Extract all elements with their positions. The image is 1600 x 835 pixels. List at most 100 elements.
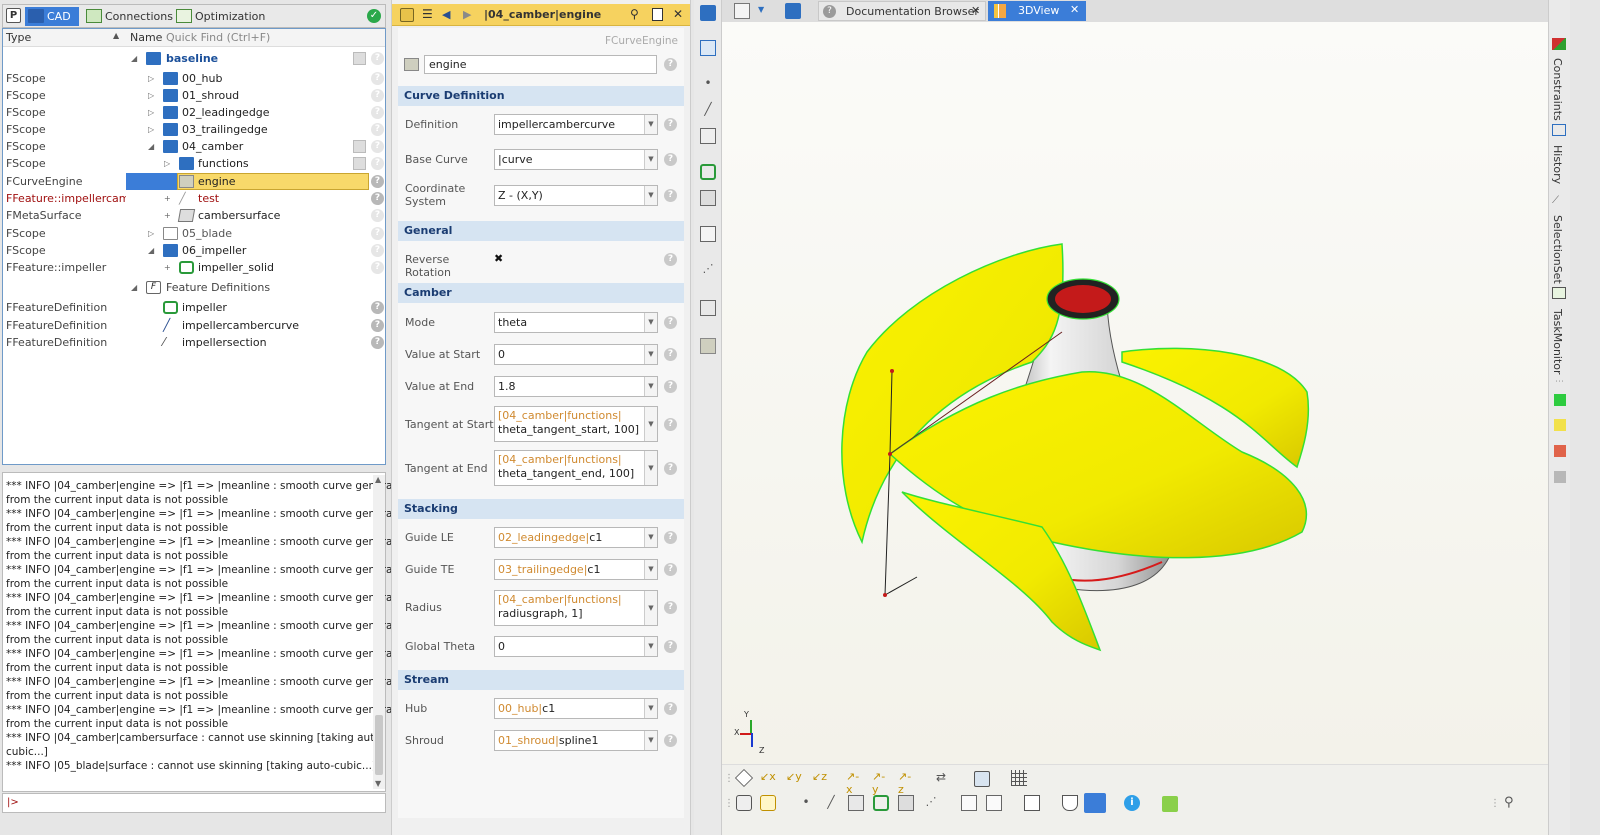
folder-icon[interactable] (700, 5, 716, 21)
lock-icon[interactable] (1162, 796, 1178, 812)
control-point[interactable] (888, 452, 892, 456)
expand-arrow-icon[interactable]: ▷ (148, 225, 156, 242)
help-icon[interactable]: ? (664, 189, 677, 202)
tree-row[interactable]: FScope ▷ 05_blade ? (3, 225, 385, 242)
pin-icon[interactable] (353, 140, 366, 153)
layout-grid-icon[interactable] (1024, 795, 1040, 811)
view-iso-icon[interactable] (734, 768, 754, 788)
mesh-icon[interactable] (700, 190, 716, 206)
tab-connections[interactable]: Connections (83, 7, 173, 26)
section-off-icon[interactable] (986, 795, 1002, 811)
info-icon[interactable]: i (1124, 795, 1140, 811)
tree-row-selected[interactable]: FCurveEngine engine ? (3, 173, 385, 190)
dashed-line-icon[interactable]: ⋰ (923, 795, 939, 811)
radius-field[interactable]: [04_camber|functions| radiusgraph, 1] ▼ (494, 590, 658, 626)
chevron-down-icon[interactable]: ▼ (644, 591, 657, 625)
status-ok-icon[interactable]: ✓ (367, 9, 381, 23)
help-icon[interactable]: ? (664, 601, 677, 614)
column-type-header[interactable]: Type (6, 31, 31, 44)
chevron-down-icon[interactable]: ▼ (644, 407, 657, 441)
console-scrollbar[interactable]: ▲ ▼ (373, 475, 385, 789)
expand-arrow-icon[interactable]: ▷ (148, 70, 156, 87)
view-neg-z-icon[interactable]: ↗-z (898, 770, 914, 796)
camera-icon[interactable] (974, 771, 990, 787)
help-icon[interactable]: ? (664, 702, 677, 715)
chevron-down-icon[interactable]: ▼ (644, 186, 657, 205)
help-icon[interactable]: ? (371, 209, 384, 222)
expand-arrow-icon[interactable]: ▷ (164, 155, 172, 172)
help-icon[interactable]: ? (371, 89, 384, 102)
expand-arrow-icon[interactable]: ▷ (148, 121, 156, 138)
help-icon[interactable]: ? (371, 157, 384, 170)
help-icon[interactable]: ? (371, 123, 384, 136)
view-x-icon[interactable]: ↙x (760, 770, 776, 786)
quick-find-input[interactable]: Quick Find (Ctrl+F) (166, 31, 270, 44)
scroll-up-icon[interactable]: ▲ (375, 475, 381, 484)
chevron-down-icon[interactable]: ▼ (644, 731, 657, 750)
tree-row[interactable]: FScope ▷ 02_leadingedge ? (3, 104, 385, 121)
chevron-down-icon[interactable]: ▼ (644, 150, 657, 169)
tree-row[interactable]: ◢ baseline ? (3, 50, 385, 67)
expand-plus-icon[interactable]: + (164, 259, 172, 276)
expand-plus-icon[interactable]: + (164, 190, 172, 207)
impeller-model[interactable] (722, 22, 1548, 764)
close-icon[interactable]: ✕ (971, 4, 980, 17)
help-icon[interactable]: ? (371, 227, 384, 240)
view-neg-x-icon[interactable]: ↗-x (846, 770, 862, 796)
section-curve-definition[interactable]: Curve Definition (398, 86, 684, 106)
mode-select[interactable]: theta ▼ (494, 312, 658, 333)
zoom-icon[interactable]: ⚲ (1504, 795, 1520, 811)
chevron-down-icon[interactable]: ▼ (644, 377, 657, 396)
help-icon[interactable]: ? (664, 734, 677, 747)
forward-arrow-icon[interactable]: ▶ (463, 8, 471, 21)
expand-arrow-icon[interactable]: ▷ (148, 87, 156, 104)
coordinate-system-select[interactable]: Z - (X,Y) ▼ (494, 185, 658, 206)
help-icon[interactable]: ? (371, 261, 384, 274)
tree-row[interactable]: FScope ◢ 04_camber ? (3, 138, 385, 155)
help-icon[interactable]: ? (664, 563, 677, 576)
section-icon[interactable] (961, 795, 977, 811)
copy-icon[interactable] (652, 8, 663, 21)
3d-viewport[interactable]: Y X Z (722, 22, 1548, 764)
close-icon[interactable]: ✕ (1070, 3, 1079, 16)
curve-icon[interactable]: ╱ (700, 102, 716, 118)
color-swatch-green[interactable] (1554, 394, 1566, 406)
constraints-icon[interactable] (1552, 38, 1566, 50)
value-at-end-field[interactable]: 1.8 ▼ (494, 376, 658, 397)
shroud-field[interactable]: 01_shroud|spline1 ▼ (494, 730, 658, 751)
guide-te-field[interactable]: 03_trailingedge|c1 ▼ (494, 559, 658, 580)
tree-row[interactable]: ◢ F Feature Definitions (3, 279, 385, 296)
chevron-down-icon[interactable]: ▼ (644, 637, 657, 656)
chevron-down-icon[interactable]: ▼ (644, 313, 657, 332)
folder-icon[interactable] (785, 3, 801, 19)
section-stream[interactable]: Stream (398, 670, 684, 690)
help-icon[interactable]: ? (371, 301, 384, 314)
chevron-down-icon[interactable]: ▼ (644, 345, 657, 364)
expand-arrow-icon[interactable]: ◢ (148, 138, 156, 155)
dashed-line-icon[interactable]: ⋰ (700, 262, 716, 278)
hub-field[interactable]: 00_hub|c1 ▼ (494, 698, 658, 719)
shaft-top-face[interactable] (1055, 285, 1111, 313)
tab-cad[interactable]: CAD (25, 7, 79, 26)
help-icon[interactable]: ? (664, 153, 677, 166)
app-logo-icon[interactable]: P (6, 8, 21, 23)
chevron-down-icon[interactable]: ▼ (644, 560, 657, 579)
expand-arrow-icon[interactable]: ◢ (131, 50, 139, 67)
close-icon[interactable]: ✕ (673, 7, 683, 21)
view-z-icon[interactable]: ↙z (812, 770, 828, 786)
tab-constraints[interactable]: Constraints (1551, 58, 1564, 121)
guide-le-field[interactable]: 02_leadingedge|c1 ▼ (494, 527, 658, 548)
column-name-header[interactable]: Name (130, 31, 162, 44)
name-field[interactable]: engine (424, 55, 657, 74)
tree-row[interactable]: FFeatureDefinition impeller ? (3, 299, 385, 316)
tangent-at-end-field[interactable]: [04_camber|functions| theta_tangent_end,… (494, 450, 658, 486)
tools-icon[interactable] (400, 8, 414, 22)
scroll-down-icon[interactable]: ▼ (375, 779, 381, 788)
help-icon[interactable]: ? (371, 52, 384, 65)
help-icon[interactable]: ? (664, 531, 677, 544)
mesh-icon[interactable] (898, 795, 914, 811)
expand-arrow-icon[interactable]: ▷ (148, 104, 156, 121)
help-icon[interactable]: ? (371, 72, 384, 85)
definition-select[interactable]: impellercambercurve ▼ (494, 114, 658, 135)
section-camber[interactable]: Camber (398, 283, 684, 303)
